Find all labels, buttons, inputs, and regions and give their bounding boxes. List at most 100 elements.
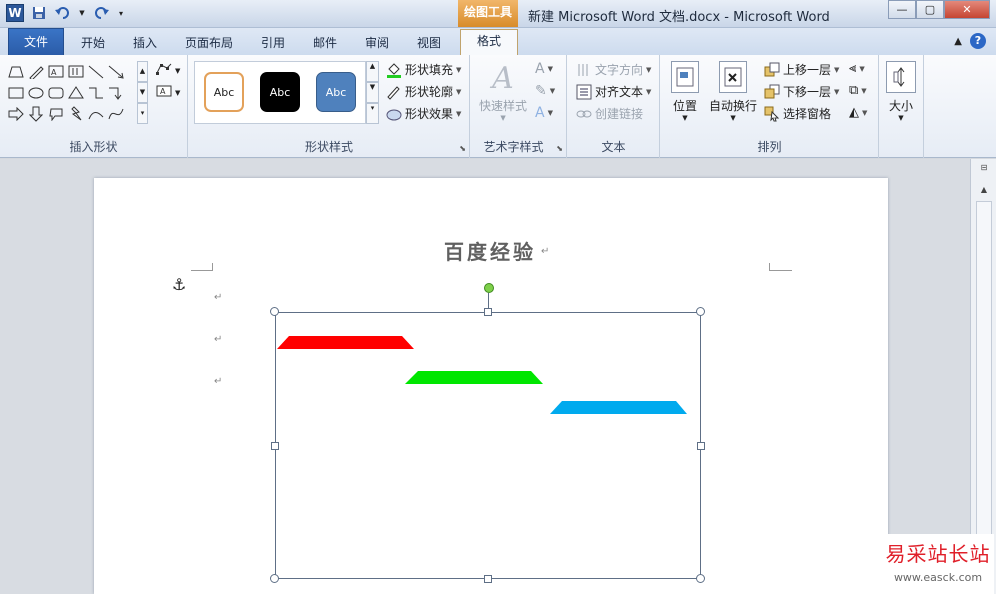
align-text-button[interactable]: 对齐文本 ▼ [576,83,651,100]
text-direction-button[interactable]: 文字方向 ▼ [576,61,651,78]
draw-textbox-button[interactable]: A ▼ [156,85,180,100]
oval-shape-icon[interactable] [26,82,46,103]
shape-fill-button[interactable]: 形状填充 ▼ [386,61,461,78]
margin-mark-right [770,263,792,271]
drawing-canvas[interactable] [275,312,701,579]
tab-view[interactable]: 视图 [408,32,450,55]
quick-styles-button[interactable]: A 快速样式 ▼ [479,61,527,122]
style-gallery-more[interactable]: ▾ [366,103,379,124]
tab-insert[interactable]: 插入 [124,32,166,55]
shapes-scroll-up[interactable]: ▲ [137,61,148,82]
corner-handle-top-right[interactable] [696,307,705,316]
tab-file[interactable]: 文件 [8,28,64,55]
side-handle-bottom[interactable] [484,575,492,583]
word-app-icon[interactable]: W [6,4,24,22]
right-arrow-shape-icon[interactable] [6,103,26,124]
text-fill-button[interactable]: A ▼ [535,61,553,77]
vertical-scrollbar[interactable]: ⊟ ▲ [970,159,996,594]
text-outline-button[interactable]: ✎ ▼ [535,83,555,99]
document-heading[interactable]: 百度经验 [444,236,536,265]
corner-handle-bottom-right[interactable] [696,574,705,583]
style-gallery-down[interactable]: ▼ [366,82,379,103]
tab-review[interactable]: 审阅 [356,32,398,55]
shape-styles-launcher-icon[interactable]: ⬊ [459,144,466,153]
callout-shape-icon[interactable] [46,103,66,124]
minimize-button[interactable]: — [888,0,916,19]
elbow-connector-icon[interactable] [86,82,106,103]
quick-styles-label: 快速样式 [479,99,528,113]
lightning-shape-icon[interactable] [66,103,86,124]
style-gallery-up[interactable]: ▲ [366,61,379,82]
quick-access-toolbar: W ▼ ▾ [6,4,126,22]
side-handle-right[interactable] [697,442,705,450]
arc-shape-icon[interactable] [86,103,106,124]
help-icon[interactable]: ? [970,33,986,49]
arrow-line-shape-icon[interactable] [106,61,126,82]
elbow-arrow-connector-icon[interactable] [106,82,126,103]
wrap-text-button[interactable]: 自动换行 ▼ [709,61,757,122]
ruler-toggle-icon[interactable]: ⊟ [976,163,992,172]
down-arrow-shape-icon[interactable] [26,103,46,124]
side-handle-left[interactable] [271,442,279,450]
watermark-url: www.easck.com [893,571,983,584]
group-label-text: 文本 [601,140,626,154]
create-link-button[interactable]: 创建链接 [576,105,643,122]
rectangle-shape-icon[interactable] [6,82,26,103]
close-button[interactable]: ✕ [944,0,990,19]
selection-pane-button[interactable]: 选择窗格 [764,105,831,122]
tab-home[interactable]: 开始 [72,32,114,55]
undo-dropdown-icon[interactable]: ▼ [78,4,86,22]
vertical-textbox-shape-icon[interactable] [66,61,86,82]
rotate-button[interactable]: ◭ ▼ [849,105,867,120]
minimize-ribbon-icon[interactable]: ▲ [954,36,962,47]
pencil-shape-icon[interactable] [26,61,46,82]
shape-effects-label: 形状效果 [405,107,454,121]
curve-shape-icon[interactable] [106,103,126,124]
bring-forward-button[interactable]: 上移一层 ▼ [764,61,839,78]
size-button[interactable]: 大小 ▼ [886,61,916,122]
style-preset-fill-blue[interactable]: Abc [316,72,356,112]
wordart-launcher-icon[interactable]: ⬊ [556,144,563,153]
text-effects-button[interactable]: A ▼ [535,105,553,121]
shape-outline-button[interactable]: 形状轮廓 ▼ [386,83,461,100]
blue-trapezoid-shape[interactable] [550,401,687,414]
redo-icon[interactable] [92,4,110,22]
send-backward-button[interactable]: 下移一层 ▼ [764,83,839,100]
maximize-button[interactable]: ▢ [916,0,944,19]
tab-page-layout[interactable]: 页面布局 [178,32,240,55]
group-objects-button[interactable]: ⧉ ▼ [849,83,867,98]
paragraph-mark: ↵ [541,246,550,257]
shapes-scroll-down[interactable]: ▼ [137,82,148,103]
rotation-handle[interactable] [484,283,494,293]
textbox-shape-icon[interactable]: A [46,61,66,82]
customize-qat-icon[interactable]: ▾ [116,4,126,22]
svg-text:A: A [160,87,166,96]
shape-effects-button[interactable]: 形状效果 ▼ [386,105,461,122]
corner-handle-top-left[interactable] [270,307,279,316]
triangle-shape-icon[interactable] [66,82,86,103]
trapezoid-shape-icon[interactable] [6,61,26,82]
side-handle-top[interactable] [484,308,492,316]
undo-icon[interactable] [54,4,72,22]
green-trapezoid-shape[interactable] [405,371,543,384]
text-effects-icon: A [535,105,545,121]
save-icon[interactable] [30,4,48,22]
tab-mailings[interactable]: 邮件 [304,32,346,55]
scroll-up-arrow-icon[interactable]: ▲ [976,185,992,194]
rounded-rect-shape-icon[interactable] [46,82,66,103]
window-controls: — ▢ ✕ [888,0,990,19]
line-shape-icon[interactable] [86,61,106,82]
anchor-icon[interactable]: ⚓ [172,275,186,294]
style-preset-outline-orange[interactable]: Abc [204,72,244,112]
red-trapezoid-shape[interactable] [277,336,414,349]
tab-format[interactable]: 格式 [460,29,518,55]
scroll-track[interactable] [976,201,992,581]
paint-bucket-icon [386,62,402,78]
edit-shape-button[interactable]: ▼ [156,63,180,78]
tab-references[interactable]: 引用 [252,32,294,55]
corner-handle-bottom-left[interactable] [270,574,279,583]
position-button[interactable]: 位置 ▼ [671,61,699,122]
shapes-more[interactable]: ▾ [137,103,148,124]
align-button[interactable]: ⫷ ▼ [849,61,865,76]
style-preset-fill-black[interactable]: Abc [260,72,300,112]
